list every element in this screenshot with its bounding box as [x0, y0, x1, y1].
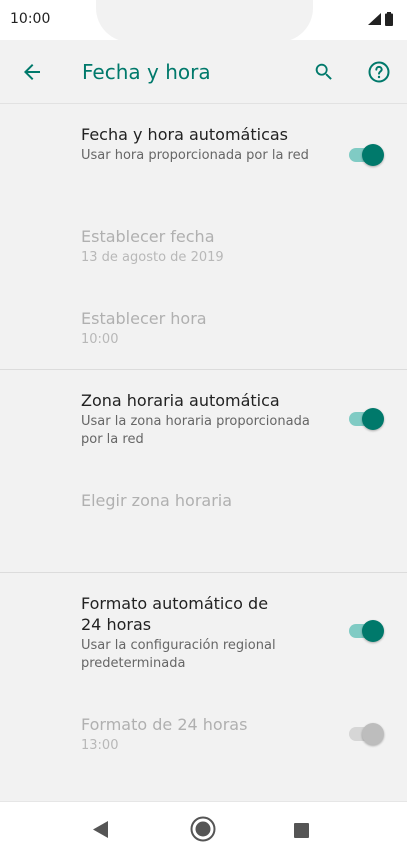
- setting-set-time: Establecer hora 10:00: [0, 290, 407, 368]
- setting-title: Establecer fecha: [81, 227, 215, 246]
- screen: 10:00 Fecha y hora Fecha y hora automáti…: [0, 0, 407, 856]
- setting-summary: Usar hora proporcionada por la red: [81, 148, 309, 163]
- page-title: Fecha y hora: [82, 60, 211, 84]
- setting-summary: 13:00: [81, 738, 119, 753]
- toggle-thumb: [362, 620, 384, 642]
- setting-title: Zona horaria automática: [81, 391, 280, 410]
- back-arrow-icon[interactable]: [20, 60, 44, 84]
- app-bar: Fecha y hora: [0, 40, 407, 104]
- signal-icon: [368, 13, 381, 25]
- setting-auto-timezone[interactable]: Zona horaria automática Usar la zona hor…: [0, 370, 407, 472]
- nav-recents-icon[interactable]: [294, 823, 309, 838]
- setting-summary: 13 de agosto de 2019: [81, 250, 224, 265]
- help-icon[interactable]: [367, 60, 391, 84]
- setting-auto-datetime[interactable]: Fecha y hora automáticas Usar hora propo…: [0, 104, 407, 208]
- setting-summary: Usar la configuración regional predeterm…: [81, 638, 276, 671]
- format-24h-toggle: [348, 722, 386, 746]
- setting-text: Elegir zona horaria: [81, 490, 321, 511]
- auto-timezone-toggle[interactable]: [348, 407, 386, 431]
- setting-choose-timezone: Elegir zona horaria: [0, 472, 407, 572]
- setting-text: Formato de 24 horas 13:00: [81, 714, 321, 755]
- setting-text: Fecha y hora automáticas Usar hora propo…: [81, 124, 321, 165]
- nav-back-icon[interactable]: [93, 821, 109, 842]
- setting-title: Establecer hora: [81, 309, 207, 328]
- setting-text: Establecer hora 10:00: [81, 308, 321, 349]
- setting-format-24h: Formato de 24 horas 13:00: [0, 698, 407, 788]
- setting-title: Elegir zona horaria: [81, 491, 233, 510]
- setting-auto-24h[interactable]: Formato automático de 24 horas Usar la c…: [0, 573, 407, 698]
- setting-summary: Usar la zona horaria proporcionada por l…: [81, 414, 310, 447]
- auto-datetime-toggle[interactable]: [348, 143, 386, 167]
- battery-icon: [385, 12, 393, 26]
- setting-summary: 10:00: [81, 332, 119, 347]
- setting-title: Fecha y hora automáticas: [81, 125, 289, 144]
- display-notch: [96, 0, 313, 42]
- setting-set-date: Establecer fecha 13 de agosto de 2019: [0, 208, 407, 288]
- search-icon[interactable]: [313, 61, 335, 83]
- status-time: 10:00: [10, 11, 51, 27]
- nav-home-icon[interactable]: [190, 816, 216, 846]
- status-icons: [368, 12, 393, 26]
- toggle-thumb: [362, 723, 384, 745]
- navigation-bar: [0, 801, 407, 856]
- setting-text: Formato automático de 24 horas Usar la c…: [81, 593, 291, 673]
- auto-24h-toggle[interactable]: [348, 619, 386, 643]
- setting-title: Formato automático de 24 horas: [81, 594, 269, 634]
- setting-text: Establecer fecha 13 de agosto de 2019: [81, 226, 321, 267]
- status-bar: 10:00: [0, 0, 407, 42]
- toggle-thumb: [362, 408, 384, 430]
- setting-title: Formato de 24 horas: [81, 715, 248, 734]
- toggle-thumb: [362, 144, 384, 166]
- setting-text: Zona horaria automática Usar la zona hor…: [81, 390, 321, 449]
